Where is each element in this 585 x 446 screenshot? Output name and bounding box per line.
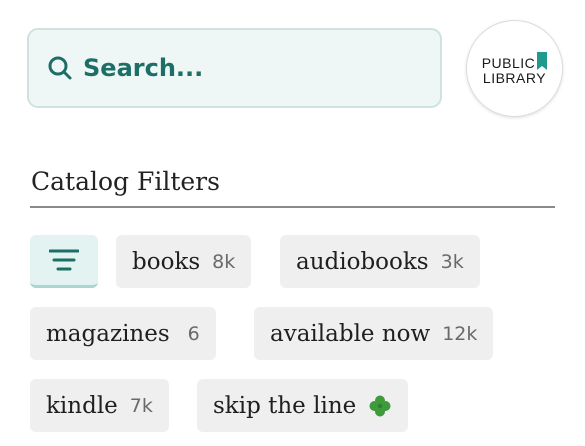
- chip-count: 8k: [212, 250, 236, 273]
- chip-kindle[interactable]: kindle 7k: [30, 379, 169, 432]
- filter-menu-button[interactable]: [30, 235, 98, 288]
- search-input[interactable]: [83, 54, 403, 82]
- filter-lines-icon: [49, 249, 79, 271]
- chip-available-now[interactable]: available now 12k: [254, 307, 494, 360]
- page: PUBLIC LIBRARY Catalog Filters books 8k …: [0, 0, 585, 446]
- search-bar[interactable]: [27, 28, 442, 108]
- chip-label: available now: [270, 320, 431, 347]
- chip-count: 7k: [129, 394, 153, 417]
- library-logo[interactable]: PUBLIC LIBRARY: [466, 20, 563, 117]
- chip-skip-the-line[interactable]: skip the line: [197, 379, 409, 432]
- chip-label: magazines: [46, 320, 170, 347]
- search-icon: [47, 55, 73, 81]
- title-divider: [30, 206, 555, 208]
- chip-audiobooks[interactable]: audiobooks 3k: [280, 235, 480, 288]
- catalog-filters-title: Catalog Filters: [31, 167, 220, 196]
- chip-count: 6: [187, 322, 200, 345]
- clover-icon: [368, 394, 392, 418]
- chip-count: 3k: [440, 250, 464, 273]
- chip-label: kindle: [46, 392, 118, 419]
- chip-label: skip the line: [213, 392, 357, 419]
- chip-count: 12k: [442, 322, 478, 345]
- chip-label: audiobooks: [296, 248, 429, 275]
- logo-line-library: LIBRARY: [482, 69, 547, 86]
- logo-line-public: PUBLIC: [481, 54, 536, 71]
- chip-label: books: [132, 248, 201, 275]
- logo-top-row: PUBLIC: [481, 51, 548, 71]
- book-icon: [537, 51, 548, 70]
- chip-magazines[interactable]: magazines 6: [30, 307, 216, 360]
- chip-books[interactable]: books 8k: [116, 235, 252, 288]
